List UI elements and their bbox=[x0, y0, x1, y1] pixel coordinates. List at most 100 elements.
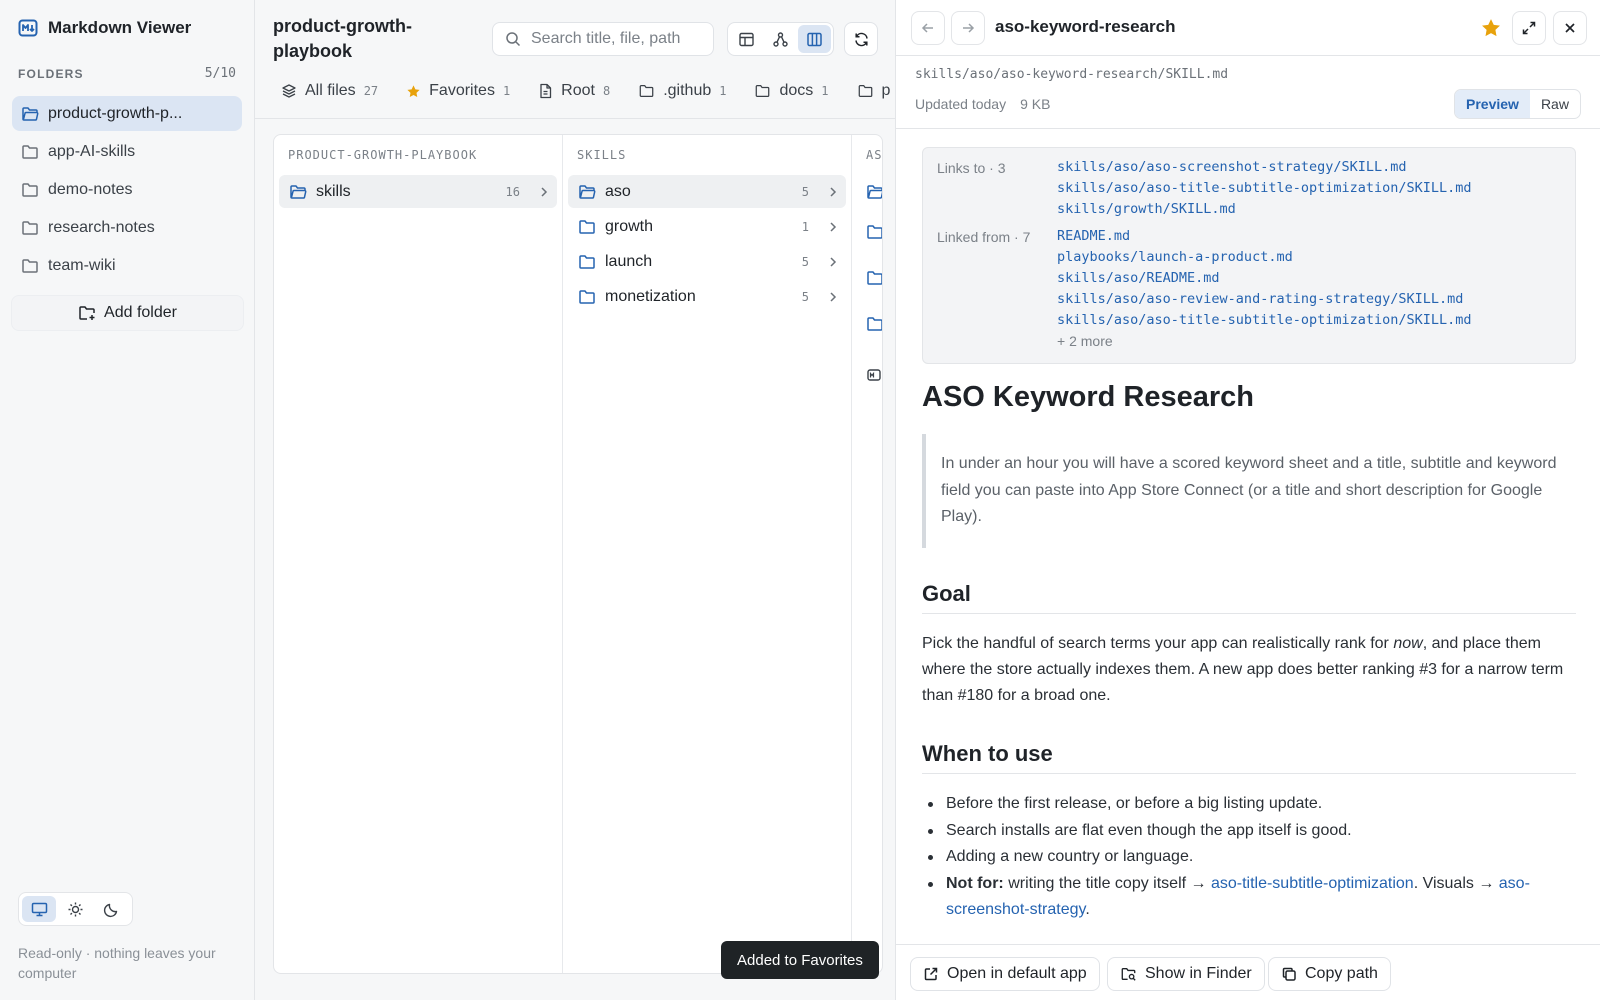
goal-emphasis: now bbox=[1393, 635, 1423, 652]
links-to-list: skills/aso/aso-screenshot-strategy/SKILL… bbox=[1057, 157, 1472, 220]
more-links-button[interactable]: + 2 more bbox=[1057, 331, 1472, 352]
search-input[interactable] bbox=[531, 30, 701, 48]
view-columns-button[interactable] bbox=[798, 25, 831, 53]
folder-row-label: launch bbox=[605, 252, 653, 270]
markdown-file-icon[interactable] bbox=[866, 347, 882, 403]
link-item[interactable]: skills/aso/README.md bbox=[1057, 268, 1472, 289]
list-item: Adding a new country or language. bbox=[922, 844, 1576, 871]
tab-github[interactable]: .github 1 bbox=[624, 74, 740, 108]
partial-items bbox=[852, 175, 882, 403]
tab-all-files[interactable]: All files 27 bbox=[267, 74, 392, 108]
folder-row-label: skills bbox=[316, 182, 351, 200]
chevron-right-icon bbox=[830, 256, 837, 267]
list-text: . bbox=[1085, 901, 1090, 918]
arrow-right-icon bbox=[963, 23, 975, 33]
link-item[interactable]: skills/aso/aso-screenshot-strategy/SKILL… bbox=[1057, 157, 1472, 178]
title-optimization-link[interactable]: aso-title-subtitle-optimization bbox=[1211, 875, 1414, 892]
doc-toolbar: aso-keyword-research bbox=[896, 0, 1600, 56]
sidebar-folder-app-ai-skills[interactable]: app-AI-skills bbox=[12, 134, 242, 169]
theme-dark-button[interactable] bbox=[95, 896, 129, 922]
tab-docs[interactable]: docs 1 bbox=[740, 74, 842, 108]
folder-icon[interactable] bbox=[866, 209, 882, 255]
toast-notification: Added to Favorites bbox=[721, 941, 879, 979]
folder-icon[interactable] bbox=[866, 301, 882, 347]
link-item[interactable]: playbooks/launch-a-product.md bbox=[1057, 247, 1472, 268]
preview-button[interactable]: Preview bbox=[1455, 90, 1530, 118]
link-item[interactable]: skills/aso/aso-title-subtitle-optimizati… bbox=[1057, 310, 1472, 331]
close-icon bbox=[1565, 23, 1575, 33]
folder-plus-icon bbox=[79, 306, 95, 320]
folder-label: research-notes bbox=[48, 218, 155, 236]
tab-label: All files bbox=[305, 82, 356, 99]
file-browser: product-growth-playbook All files 27 Fav… bbox=[255, 0, 896, 1000]
layers-icon bbox=[282, 84, 296, 98]
link-item[interactable]: skills/aso/aso-title-subtitle-optimizati… bbox=[1057, 178, 1472, 199]
moon-icon bbox=[104, 903, 118, 917]
list-item: Search installs are flat even though the… bbox=[922, 818, 1576, 845]
favorite-button[interactable] bbox=[1480, 17, 1502, 39]
tab-label: Root bbox=[561, 82, 595, 99]
folder-list: product-growth-p... app-AI-skills demo-n… bbox=[12, 96, 242, 286]
copy-path-button[interactable]: Copy path bbox=[1268, 957, 1391, 991]
add-folder-button[interactable]: Add folder bbox=[11, 295, 244, 331]
refresh-button[interactable] bbox=[844, 22, 878, 56]
folder-row-count: 16 bbox=[505, 184, 520, 199]
external-link-icon bbox=[924, 967, 938, 981]
theme-system-button[interactable] bbox=[22, 896, 57, 922]
open-default-app-button[interactable]: Open in default app bbox=[910, 957, 1100, 991]
file-meta: Updated today 9 KB bbox=[915, 96, 1050, 112]
sidebar-folder-team-wiki[interactable]: team-wiki bbox=[12, 248, 242, 283]
tab-favorites[interactable]: Favorites 1 bbox=[392, 74, 524, 108]
chevron-right-icon bbox=[541, 186, 548, 197]
folder-row-monetization[interactable]: monetization 5 bbox=[568, 280, 846, 313]
raw-button[interactable]: Raw bbox=[1530, 90, 1580, 118]
brand: Markdown Viewer bbox=[18, 18, 191, 38]
tab-playbooks[interactable]: p bbox=[843, 74, 895, 108]
sidebar-folder-research-notes[interactable]: research-notes bbox=[12, 210, 242, 245]
chevron-right-icon bbox=[830, 291, 837, 302]
link-item[interactable]: README.md bbox=[1057, 226, 1472, 247]
folder-row-aso[interactable]: aso 5 bbox=[568, 175, 846, 208]
expand-icon bbox=[1522, 21, 1536, 35]
folders-count: 5/10 bbox=[204, 66, 236, 81]
folder-open-icon[interactable] bbox=[866, 175, 882, 209]
arrow-left-icon bbox=[921, 23, 933, 33]
sidebar-folder-demo-notes[interactable]: demo-notes bbox=[12, 172, 242, 207]
close-button[interactable] bbox=[1553, 11, 1587, 45]
folder-icon[interactable] bbox=[866, 255, 882, 301]
link-item[interactable]: skills/aso/aso-review-and-rating-strateg… bbox=[1057, 289, 1472, 310]
folder-row-label: growth bbox=[605, 217, 654, 235]
folder-row-skills[interactable]: skills 16 bbox=[279, 175, 557, 208]
tab-count: 1 bbox=[719, 84, 727, 98]
browser-title: product-growth-playbook bbox=[273, 16, 412, 61]
folder-label: team-wiki bbox=[48, 256, 116, 274]
search-box bbox=[492, 22, 714, 56]
view-table-button[interactable] bbox=[730, 25, 763, 53]
link-item[interactable]: skills/growth/SKILL.md bbox=[1057, 199, 1472, 220]
back-button[interactable] bbox=[911, 11, 945, 45]
tab-root[interactable]: Root 8 bbox=[524, 74, 624, 108]
sidebar-folder-product-growth[interactable]: product-growth-p... bbox=[12, 96, 242, 131]
tab-count: 27 bbox=[363, 84, 379, 98]
folder-icon bbox=[22, 182, 38, 197]
folder-icon bbox=[756, 85, 770, 97]
show-in-finder-label: Show in Finder bbox=[1145, 965, 1252, 982]
add-folder-label: Add folder bbox=[104, 304, 177, 321]
folder-row-growth[interactable]: growth 1 bbox=[568, 210, 846, 243]
chevron-right-icon bbox=[830, 186, 837, 197]
folder-row-launch[interactable]: launch 5 bbox=[568, 245, 846, 278]
show-in-finder-button[interactable]: Show in Finder bbox=[1107, 957, 1265, 991]
sun-icon bbox=[68, 902, 83, 916]
view-graph-button[interactable] bbox=[764, 25, 797, 53]
copy-path-label: Copy path bbox=[1305, 965, 1378, 982]
open-default-app-label: Open in default app bbox=[947, 965, 1087, 982]
forward-button[interactable] bbox=[951, 11, 985, 45]
theme-light-button[interactable] bbox=[58, 896, 92, 922]
expand-button[interactable] bbox=[1512, 11, 1546, 45]
folder-row-count: 5 bbox=[801, 254, 809, 269]
folder-icon bbox=[639, 85, 654, 97]
doc-heading: ASO Keyword Research bbox=[922, 381, 1255, 413]
markdown-logo-icon bbox=[18, 18, 38, 38]
folder-icon bbox=[22, 258, 38, 273]
list-item: Before the first release, or before a bi… bbox=[922, 791, 1576, 818]
